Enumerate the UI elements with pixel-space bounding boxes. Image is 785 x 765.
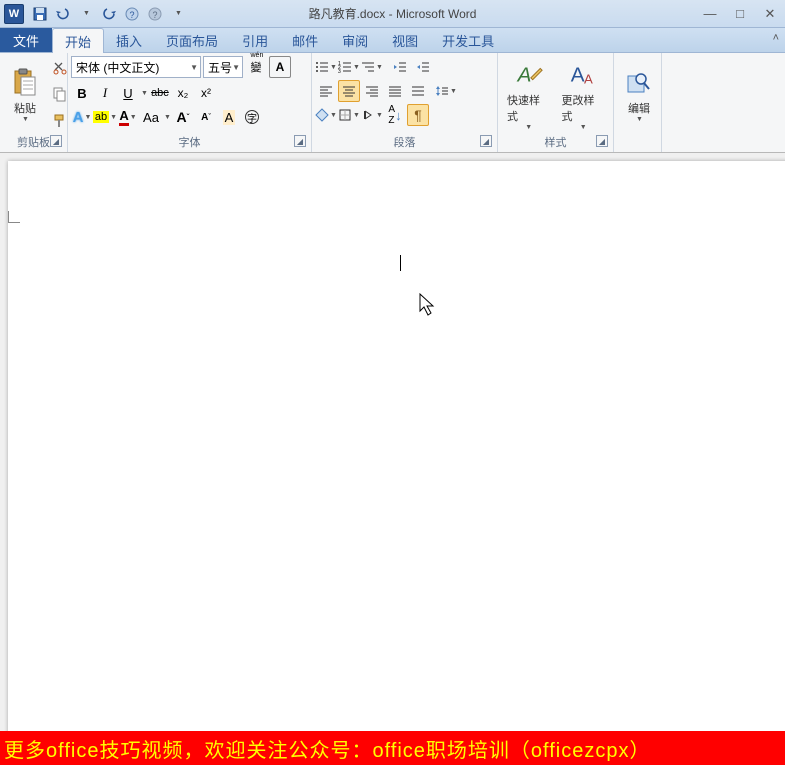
help2-icon[interactable]: ?	[145, 4, 165, 24]
strikethrough-button[interactable]: abc	[149, 82, 171, 104]
grow-font-button[interactable]: Aˇ	[172, 106, 194, 128]
svg-text:?: ?	[129, 10, 134, 20]
line-spacing-button[interactable]: ▼	[435, 80, 457, 102]
find-icon	[623, 67, 655, 99]
font-color-button[interactable]: A▼	[117, 106, 139, 128]
minimize-ribbon-button[interactable]: ˄	[773, 32, 779, 44]
group-paragraph: ▼ 123▼ ▼ ▼ ▼ ▼ ▼ AZ↓ ¶	[312, 53, 498, 152]
close-button[interactable]: ✕	[755, 3, 785, 25]
phonetic-guide-button[interactable]: wén變	[245, 56, 267, 78]
show-marks-button[interactable]: ¶	[407, 104, 429, 126]
font-dialog-launcher[interactable]: ◢	[294, 135, 306, 147]
numbering-button[interactable]: 123▼	[338, 56, 360, 78]
tab-references[interactable]: 引用	[230, 28, 280, 52]
bold-button[interactable]: B	[71, 82, 93, 104]
increase-indent-button[interactable]	[412, 56, 434, 78]
tab-mailings[interactable]: 邮件	[280, 28, 330, 52]
group-clipboard-label: 剪贴板◢	[3, 134, 64, 150]
paste-icon	[9, 67, 41, 99]
group-font-label: 字体◢	[71, 134, 308, 150]
align-left-button[interactable]	[315, 80, 337, 102]
svg-text:3: 3	[338, 69, 341, 74]
document-area[interactable]	[0, 153, 785, 731]
styles-dialog-launcher[interactable]: ◢	[596, 135, 608, 147]
qat-customize[interactable]: ▼	[168, 4, 188, 24]
underline-button[interactable]: U	[117, 82, 139, 104]
paste-label: 粘贴	[14, 100, 36, 116]
minimize-button[interactable]: —	[695, 3, 725, 25]
paragraph-dialog-launcher[interactable]: ◢	[480, 135, 492, 147]
text-effects-button[interactable]: A▼	[71, 106, 93, 128]
group-font: 宋体 (中文正文)▼ 五号▼ wén變 A B I U▼ abc x₂ x² A…	[68, 53, 312, 152]
find-button[interactable]: 编辑 ▼	[617, 55, 661, 134]
change-styles-icon: AA	[567, 59, 599, 91]
undo-button[interactable]	[53, 4, 73, 24]
enclose-char-button[interactable]: 字	[241, 106, 263, 128]
italic-button[interactable]: I	[94, 82, 116, 104]
tab-review[interactable]: 审阅	[330, 28, 380, 52]
document-page[interactable]	[8, 161, 785, 731]
chevron-down-icon: ▼	[22, 116, 29, 123]
bullets-button[interactable]: ▼	[315, 56, 337, 78]
paste-button[interactable]: 粘贴 ▼	[3, 55, 47, 134]
svg-text:?: ?	[152, 10, 157, 20]
window-title: 路凡教育.docx - Microsoft Word	[309, 5, 477, 22]
undo-dropdown[interactable]: ▼	[76, 4, 96, 24]
svg-text:A: A	[571, 63, 585, 86]
tab-pagelayout[interactable]: 页面布局	[154, 28, 230, 52]
group-clipboard: 粘贴 ▼ 剪贴板◢	[0, 53, 68, 152]
change-case-button[interactable]: Aa	[140, 106, 162, 128]
quick-access-toolbar: ▼ ? ? ▼	[30, 4, 188, 24]
tab-view[interactable]: 视图	[380, 28, 430, 52]
save-button[interactable]	[30, 4, 50, 24]
clipboard-dialog-launcher[interactable]: ◢	[50, 135, 62, 147]
svg-text:A: A	[516, 63, 532, 86]
asian-layout-button[interactable]: ▼	[361, 104, 383, 126]
align-distributed-button[interactable]	[407, 80, 429, 102]
tab-home[interactable]: 开始	[52, 28, 104, 53]
group-styles: A 快速样式 ▼ AA 更改样式 ▼ 样式◢	[498, 53, 614, 152]
char-border-button[interactable]: A	[269, 56, 291, 78]
font-size-combo[interactable]: 五号▼	[203, 56, 243, 78]
subscript-button[interactable]: x₂	[172, 82, 194, 104]
document-name: 路凡教育.docx	[309, 7, 386, 21]
svg-text:A: A	[584, 71, 593, 86]
quick-styles-button[interactable]: A 快速样式 ▼	[501, 55, 556, 134]
ribbon-tab-bar: 文件 开始 插入 页面布局 引用 邮件 审阅 视图 开发工具 ˄	[0, 28, 785, 53]
word-icon: W	[4, 4, 24, 24]
title-bar: W ▼ ? ? ▼ 路凡教育.docx - Microsoft Word — □…	[0, 0, 785, 28]
tab-developer[interactable]: 开发工具	[430, 28, 506, 52]
sort-button[interactable]: AZ↓	[384, 104, 406, 126]
window-controls: — □ ✕	[695, 3, 785, 25]
app-name: Microsoft Word	[396, 7, 476, 21]
font-name-combo[interactable]: 宋体 (中文正文)▼	[71, 56, 201, 78]
align-center-button[interactable]	[338, 80, 360, 102]
highlight-button[interactable]: ab▼	[94, 106, 116, 128]
help1-icon[interactable]: ?	[122, 4, 142, 24]
file-tab[interactable]: 文件	[0, 28, 52, 52]
text-cursor	[400, 255, 401, 271]
tab-insert[interactable]: 插入	[104, 28, 154, 52]
multilevel-list-button[interactable]: ▼	[361, 56, 383, 78]
shrink-font-button[interactable]: Aˇ	[195, 106, 217, 128]
align-justify-button[interactable]	[384, 80, 406, 102]
clear-formatting-button[interactable]: A	[218, 106, 240, 128]
group-editing: 编辑 ▼	[614, 53, 662, 152]
maximize-button[interactable]: □	[725, 3, 755, 25]
tab-stop-indicator	[8, 211, 20, 223]
borders-button[interactable]: ▼	[338, 104, 360, 126]
quick-styles-icon: A	[512, 59, 544, 91]
shading-button[interactable]: ▼	[315, 104, 337, 126]
redo-button[interactable]	[99, 4, 119, 24]
group-paragraph-label: 段落◢	[315, 134, 494, 150]
group-editing-label	[617, 134, 658, 150]
change-styles-button[interactable]: AA 更改样式 ▼	[556, 55, 611, 134]
group-styles-label: 样式◢	[501, 134, 610, 150]
superscript-button[interactable]: x²	[195, 82, 217, 104]
bottom-banner: 更多office技巧视频，欢迎关注公众号：office职场培训（officezc…	[0, 731, 785, 765]
decrease-indent-button[interactable]	[389, 56, 411, 78]
align-right-button[interactable]	[361, 80, 383, 102]
ribbon: 粘贴 ▼ 剪贴板◢ 宋体 (中文正文)▼ 五号▼ wén變 A B	[0, 53, 785, 153]
